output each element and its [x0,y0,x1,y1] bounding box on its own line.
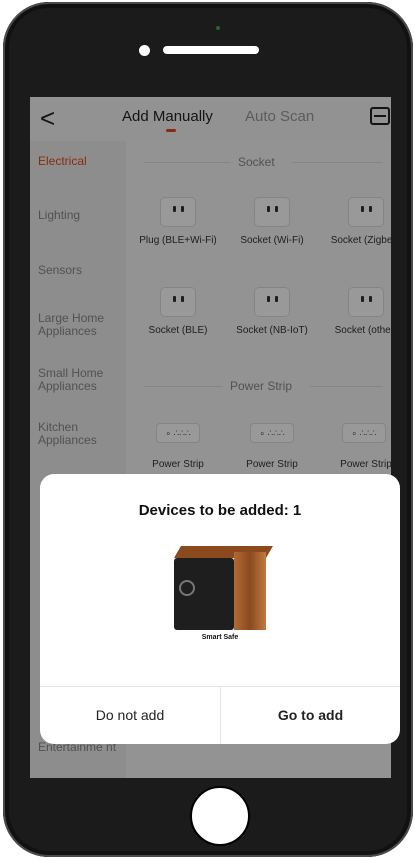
go-to-add-button[interactable]: Go to add [221,687,400,744]
front-camera [139,45,150,56]
earpiece-speaker [163,46,259,54]
device-name: Smart Safe [201,634,239,641]
smart-safe-image [174,546,273,630]
do-not-add-button[interactable]: Do not add [40,687,220,744]
add-device-dialog: Devices to be added: 1 Smart Safe Do not… [40,474,400,744]
home-button[interactable] [190,786,250,846]
proximity-sensor [216,26,220,30]
dialog-title: Devices to be added: 1 [138,502,302,519]
safe-dial-icon [179,580,195,596]
